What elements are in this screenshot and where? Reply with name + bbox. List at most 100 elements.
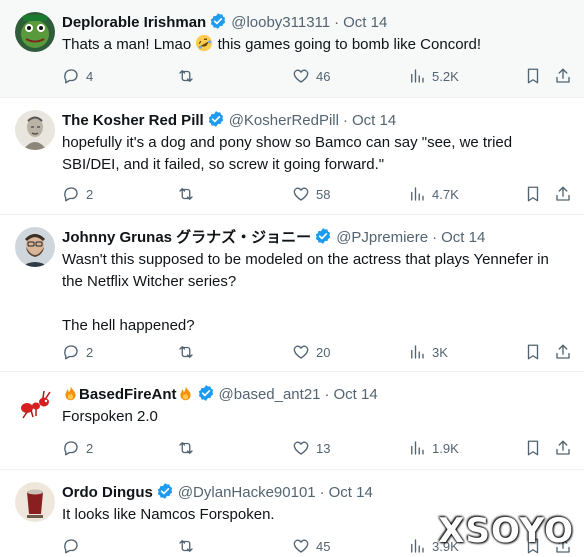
views-count: 3K	[432, 344, 448, 360]
heart-icon	[293, 441, 309, 455]
retweet-button[interactable]	[177, 438, 201, 458]
display-name[interactable]: BasedFireAnt	[79, 386, 177, 403]
tweet-text-content: Forspoken 2.0	[62, 408, 158, 425]
bookmark-button[interactable]	[524, 342, 542, 362]
bookmark-button[interactable]	[524, 66, 542, 86]
reply-count: 4	[86, 68, 94, 84]
heart-icon	[293, 345, 309, 359]
handle[interactable]: @based_ant21	[219, 386, 321, 403]
separator: ·	[432, 229, 438, 246]
like-button[interactable]: 13	[292, 438, 330, 458]
reply-button[interactable]: 2	[62, 342, 93, 362]
handle[interactable]: @DylanHacke90101	[178, 484, 316, 501]
timestamp[interactable]: Oct 14	[334, 386, 378, 403]
reply-button[interactable]: 4	[62, 66, 93, 86]
retweet-button[interactable]	[177, 66, 201, 86]
verified-badge-icon	[207, 110, 225, 134]
share-button[interactable]	[554, 342, 572, 362]
tweet-text-part: this games going to bomb like Concord!	[213, 36, 482, 53]
tweet-feed: Deplorable Irishman @looby311311 · Oct 14 T…	[0, 0, 584, 557]
views-button[interactable]: 3K	[408, 342, 448, 362]
tweet-header: Johnny Grunas グラナズ・ジョニー @PJpremiere · Oct 1…	[62, 227, 574, 247]
share-button[interactable]	[554, 184, 572, 204]
separator: ·	[334, 14, 340, 31]
like-button[interactable]: 20	[292, 342, 330, 362]
avatar[interactable]	[15, 482, 55, 522]
verified-badge-icon	[197, 384, 215, 408]
heart-icon	[293, 187, 309, 201]
verified-badge-icon	[209, 12, 227, 36]
display-name[interactable]: Deplorable Irishman	[62, 14, 206, 31]
share-button[interactable]	[554, 438, 572, 458]
bookmark-button[interactable]	[524, 438, 542, 458]
handle[interactable]: @KosherRedPill	[229, 112, 339, 129]
views-button[interactable]: 1.9K	[408, 438, 459, 458]
separator: ·	[342, 112, 348, 129]
reply-icon	[64, 539, 78, 554]
watermark: XSOYO	[438, 511, 574, 551]
like-button[interactable]: 46	[292, 66, 330, 86]
heart-icon	[293, 539, 309, 553]
views-button[interactable]: 4.7K	[408, 184, 459, 204]
retweet-button[interactable]	[177, 342, 201, 362]
retweet-icon	[179, 346, 193, 358]
retweet-icon	[179, 70, 193, 82]
tweet-header: Ordo Dingus @DylanHacke90101 · Oct 14	[62, 482, 574, 502]
display-name[interactable]: Johnny Grunas グラナズ・ジョニー	[62, 229, 311, 246]
share-icon	[556, 186, 570, 201]
retweet-button[interactable]	[177, 184, 201, 204]
avatar[interactable]	[15, 384, 55, 424]
bearded-man-avatar-icon	[15, 227, 55, 267]
tweet-actions: 2 13 1.9K	[62, 438, 572, 458]
avatar[interactable]	[15, 227, 55, 267]
handle[interactable]: @looby311311	[231, 14, 330, 31]
share-icon	[556, 440, 570, 455]
tweet-text-content: hopefully it's a dog and pony show so Ba…	[62, 134, 517, 173]
reply-icon	[64, 441, 78, 456]
tweet[interactable]: Johnny Grunas グラナズ・ジョニー @PJpremiere · Oct 1…	[0, 215, 584, 372]
views-count: 1.9K	[432, 440, 459, 456]
bookmark-icon	[527, 344, 539, 360]
fire-emoji-icon	[62, 385, 79, 408]
share-button[interactable]	[554, 66, 572, 86]
like-button[interactable]: 58	[292, 184, 330, 204]
avatar[interactable]	[15, 12, 55, 52]
like-count: 45	[316, 538, 331, 554]
tweet-header: BasedFireAnt @based_ant21 · Oct 14	[62, 384, 574, 404]
like-button[interactable]: 45	[292, 536, 330, 556]
timestamp[interactable]: Oct 14	[352, 112, 396, 129]
bookmark-icon	[527, 68, 539, 84]
rolling-on-floor-laughing-emoji-icon	[195, 34, 213, 59]
reply-count: 2	[86, 440, 94, 456]
like-count: 46	[316, 68, 331, 84]
tweet-header: The Kosher Red Pill @KosherRedPill · Oct 14	[62, 110, 574, 130]
reply-button[interactable]: 2	[62, 184, 93, 204]
views-bar-chart-icon	[411, 187, 424, 201]
portrait-sketch-avatar-icon	[15, 110, 55, 150]
retweet-icon	[179, 188, 193, 200]
tweet[interactable]: BasedFireAnt @based_ant21 · Oct 14 Forspoke…	[0, 372, 584, 470]
tweet-text-part: Thats a man! Lmao	[62, 36, 196, 53]
fire-emoji-icon	[177, 385, 194, 408]
tweet-actions: 2 20 3K	[62, 342, 572, 362]
tweet-text: Thats a man! Lmao this games going to bo…	[62, 34, 572, 59]
views-count: 4.7K	[432, 186, 459, 202]
handle[interactable]: @PJpremiere	[336, 229, 428, 246]
retweet-button[interactable]	[177, 536, 201, 556]
timestamp[interactable]: Oct 14	[329, 484, 373, 501]
reply-button[interactable]: 2	[62, 438, 93, 458]
red-ant-avatar-icon	[15, 384, 55, 424]
heart-icon	[293, 69, 309, 83]
timestamp[interactable]: Oct 14	[343, 14, 387, 31]
display-name[interactable]: The Kosher Red Pill	[62, 112, 204, 129]
reply-button[interactable]	[62, 536, 86, 556]
bookmark-button[interactable]	[524, 184, 542, 204]
reply-icon	[64, 69, 78, 84]
timestamp[interactable]: Oct 14	[441, 229, 485, 246]
views-button[interactable]: 5.2K	[408, 66, 459, 86]
display-name[interactable]: Ordo Dingus	[62, 484, 153, 501]
tweet[interactable]: Deplorable Irishman @looby311311 · Oct 14 T…	[0, 0, 584, 98]
tweet[interactable]: The Kosher Red Pill @KosherRedPill · Oct 14…	[0, 98, 584, 215]
avatar[interactable]	[15, 110, 55, 150]
separator: ·	[324, 386, 330, 403]
